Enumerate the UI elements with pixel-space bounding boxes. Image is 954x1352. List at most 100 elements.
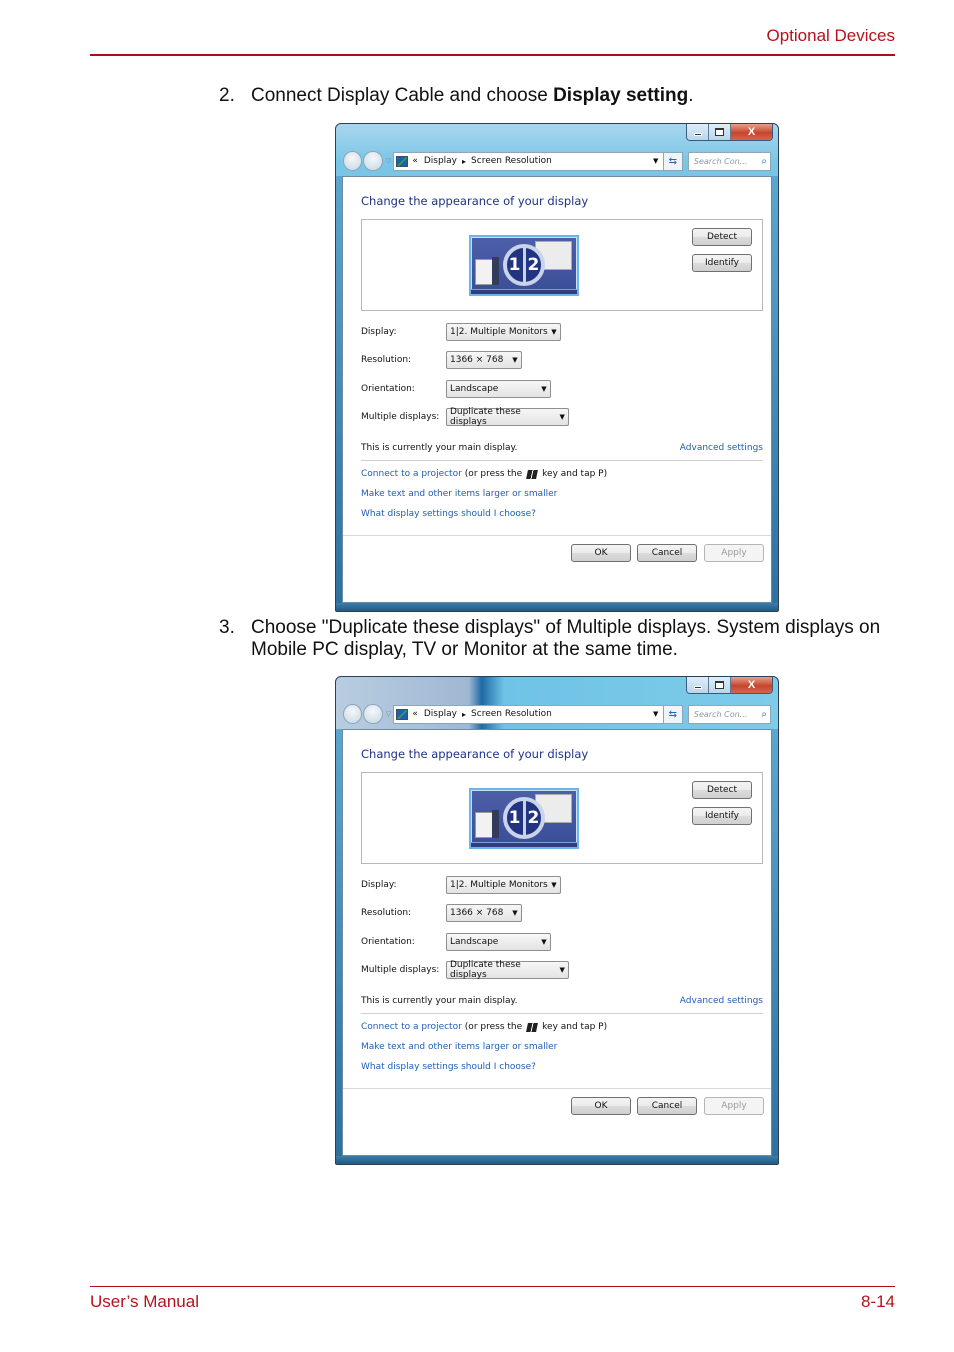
select-value: 1366 × 768 [450, 355, 504, 365]
detect-button[interactable]: Detect [692, 228, 752, 246]
minimize-icon [693, 133, 702, 136]
refresh-button[interactable]: ⇆ [663, 151, 683, 171]
close-button[interactable]: X [731, 124, 772, 140]
maximize-button[interactable] [709, 124, 731, 140]
field-label: Orientation: [361, 384, 415, 394]
breadcrumb-display[interactable]: Display [424, 709, 457, 719]
chevron-down-icon: ▼ [541, 385, 547, 393]
ok-button[interactable]: OK [571, 1097, 631, 1115]
screen-resolution-panel: Change the appearance of your display 1 … [342, 176, 772, 603]
address-dropdown-icon[interactable]: ▼ [649, 157, 663, 165]
search-input[interactable]: Search Con... ⌕ [687, 151, 771, 171]
field-label: Orientation: [361, 937, 415, 947]
chevron-down-icon: ▼ [541, 938, 547, 946]
forward-button[interactable] [363, 704, 383, 724]
projector-hint: (or press the key and tap P) [465, 1022, 607, 1032]
back-button[interactable] [343, 151, 363, 171]
breadcrumb-separator-icon[interactable]: ▸ [462, 710, 466, 719]
resolution-select[interactable]: 1366 × 768 ▼ [446, 351, 522, 369]
screen-resolution-window-1: X ▽ « Display ▸ Screen Resolution ▼ ⇆ Se… [335, 123, 779, 612]
apply-button[interactable]: Apply [704, 544, 764, 562]
preview-window-left [475, 259, 493, 285]
breadcrumb-display[interactable]: Display [424, 156, 457, 166]
address-bar[interactable]: « Display ▸ Screen Resolution ▼ [393, 151, 664, 171]
monitor-icon[interactable]: 1 2 [469, 788, 579, 849]
display-select[interactable]: 1|2. Multiple Monitors ▼ [446, 876, 561, 894]
identify-button[interactable]: Identify [692, 254, 752, 272]
control-panel-icon [396, 155, 409, 167]
preview-taskbar [471, 842, 577, 847]
refresh-button[interactable]: ⇆ [663, 704, 683, 724]
screen-resolution-panel: Change the appearance of your display 1 … [342, 729, 772, 1156]
manual-title: User’s Manual [90, 1292, 199, 1311]
cancel-button[interactable]: Cancel [637, 1097, 697, 1115]
forward-button[interactable] [363, 151, 383, 171]
connect-projector-link[interactable]: Connect to a projector [361, 469, 462, 479]
identify-button[interactable]: Identify [692, 807, 752, 825]
monitor-icon[interactable]: 1 2 [469, 235, 579, 296]
maximize-button[interactable] [709, 677, 731, 693]
monitor-number-1: 1 [508, 255, 521, 275]
connect-projector-link[interactable]: Connect to a projector [361, 1022, 462, 1032]
step-3: 3. Choose "Duplicate these displays" of … [219, 617, 901, 661]
section-divider [361, 460, 763, 461]
step-text-part: Connect Display Cable and choose [251, 85, 554, 106]
orientation-field: Orientation: Landscape ▼ [361, 380, 551, 398]
breadcrumb-separator-icon[interactable]: ▸ [462, 157, 466, 166]
window-frame-bottom [336, 603, 778, 611]
orientation-field: Orientation: Landscape ▼ [361, 933, 551, 951]
breadcrumb-screen-resolution[interactable]: Screen Resolution [471, 709, 552, 719]
breadcrumb-screen-resolution[interactable]: Screen Resolution [471, 156, 552, 166]
breadcrumb-overflow[interactable]: « [412, 156, 418, 166]
text-size-link[interactable]: Make text and other items larger or smal… [361, 1042, 557, 1052]
advanced-settings-link[interactable]: Advanced settings [680, 996, 763, 1006]
apply-button[interactable]: Apply [704, 1097, 764, 1115]
resolution-select[interactable]: 1366 × 768 ▼ [446, 904, 522, 922]
display-help-link[interactable]: What display settings should I choose? [361, 1062, 536, 1072]
minimize-button[interactable] [687, 677, 709, 693]
select-value: Duplicate these displays [450, 960, 521, 980]
back-button[interactable] [343, 704, 363, 724]
field-label: Resolution: [361, 908, 412, 918]
recent-pages-dropdown[interactable]: ▽ [385, 710, 393, 718]
text-size-link[interactable]: Make text and other items larger or smal… [361, 489, 557, 499]
close-button[interactable]: X [731, 677, 772, 693]
address-dropdown-icon[interactable]: ▼ [649, 710, 663, 718]
window-frame-right [772, 729, 778, 1164]
step-text: Choose "Duplicate these displays" of Mul… [251, 617, 881, 660]
chevron-down-icon: ▼ [551, 328, 557, 336]
detect-button[interactable]: Detect [692, 781, 752, 799]
display-select[interactable]: 1|2. Multiple Monitors ▼ [446, 323, 561, 341]
step-bold-term: Display setting [553, 85, 689, 106]
advanced-settings-link[interactable]: Advanced settings [680, 443, 763, 453]
step-text-part: . [688, 85, 694, 106]
chevron-down-icon: ▼ [512, 356, 518, 364]
windows-key-icon [526, 1022, 539, 1032]
search-input[interactable]: Search Con... ⌕ [687, 704, 771, 724]
breadcrumb-overflow[interactable]: « [412, 709, 418, 719]
display-help-link[interactable]: What display settings should I choose? [361, 509, 536, 519]
ok-button[interactable]: OK [571, 544, 631, 562]
display-field: Display: 1|2. Multiple Monitors ▼ [361, 323, 561, 341]
preview-window-left [475, 812, 493, 838]
recent-pages-dropdown[interactable]: ▽ [385, 157, 393, 165]
button-bar-divider [343, 535, 771, 536]
select-value: 1|2. Multiple Monitors [450, 327, 548, 337]
search-icon[interactable]: ⌕ [761, 709, 767, 720]
window-frame-right [772, 176, 778, 611]
minimize-button[interactable] [687, 124, 709, 140]
page-heading: Change the appearance of your display [361, 747, 589, 761]
cancel-button[interactable]: Cancel [637, 544, 697, 562]
page-heading: Change the appearance of your display [361, 194, 589, 208]
section-divider [361, 1013, 763, 1014]
address-bar[interactable]: « Display ▸ Screen Resolution ▼ [393, 704, 664, 724]
page-number: 8-14 [860, 1292, 895, 1311]
search-placeholder: Search Con... [693, 156, 748, 166]
chevron-down-icon: ▼ [559, 413, 565, 421]
search-icon[interactable]: ⌕ [761, 156, 767, 167]
orientation-select[interactable]: Landscape ▼ [446, 380, 551, 398]
multiple-displays-select[interactable]: Duplicate these displays ▼ [446, 407, 569, 427]
close-icon: X [747, 126, 756, 138]
orientation-select[interactable]: Landscape ▼ [446, 933, 551, 951]
multiple-displays-select[interactable]: Duplicate these displays ▼ [446, 960, 569, 980]
